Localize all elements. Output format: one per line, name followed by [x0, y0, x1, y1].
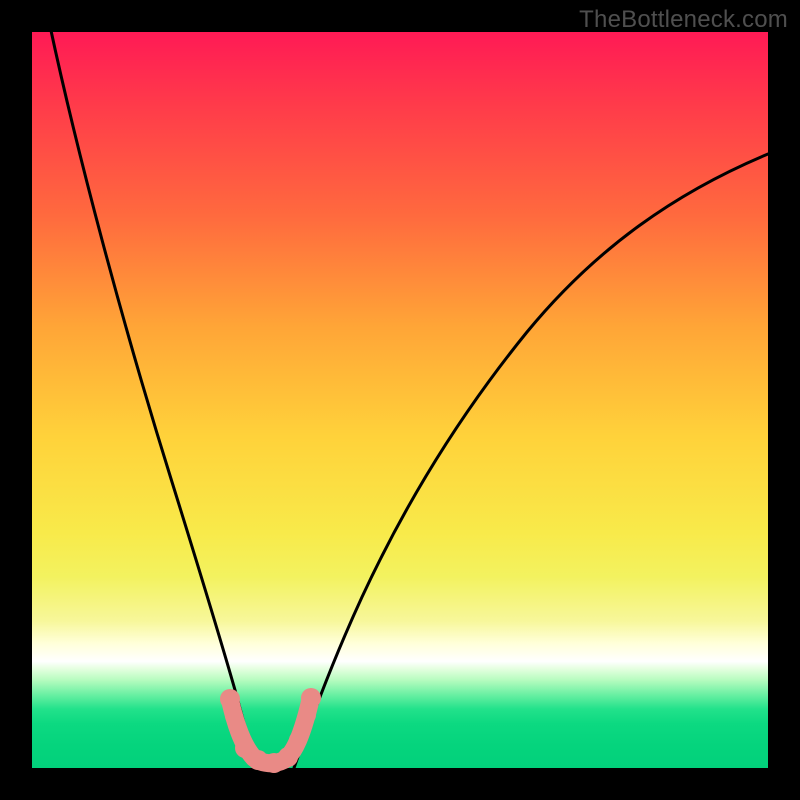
chart-overlay [32, 32, 768, 768]
highlight-dot [301, 688, 321, 708]
watermark-text: TheBottleneck.com [579, 6, 788, 34]
highlight-dot [220, 689, 240, 709]
left-curve [50, 26, 256, 768]
chart-frame: TheBottleneck.com [0, 0, 800, 800]
highlight-dot [289, 731, 307, 749]
highlight-dot [278, 747, 298, 767]
highlight-dot [298, 706, 316, 724]
highlight-dot [225, 707, 243, 725]
right-curve [294, 154, 768, 768]
